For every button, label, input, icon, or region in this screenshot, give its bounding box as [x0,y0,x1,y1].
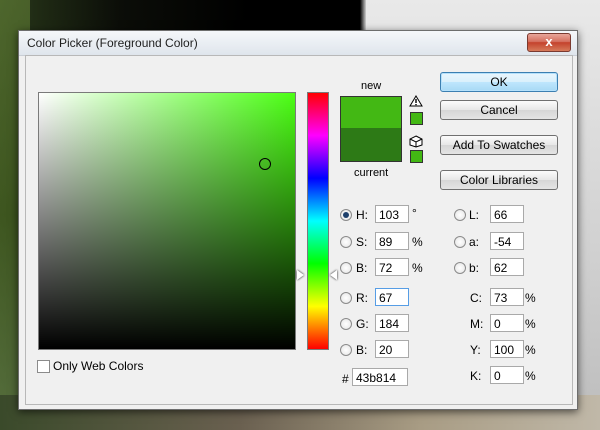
unit-b: % [412,261,423,275]
label-lab-b: b: [469,261,480,275]
input-hue[interactable]: 103 [375,205,409,223]
only-web-colors-checkbox[interactable] [37,360,50,373]
radio-lab-l[interactable] [454,209,466,221]
input-green[interactable]: 184 [375,314,409,332]
unit-s: % [412,235,423,249]
label-lab-a: a: [469,235,480,249]
cancel-button[interactable]: Cancel [440,100,558,120]
label-magenta: M: [470,317,484,331]
radio-blue[interactable] [340,344,352,356]
hue-slider-left-arrow-icon[interactable] [297,270,304,280]
unit-yellow: % [525,343,536,357]
label-g: G: [356,317,369,331]
new-color-swatch [340,96,402,128]
label-black: K: [470,369,482,383]
label-s: S: [356,235,368,249]
radio-hue[interactable] [340,209,352,221]
input-hex[interactable]: 43b814 [352,368,408,386]
radio-brightness[interactable] [340,262,352,274]
current-color-swatch[interactable] [340,128,402,162]
input-blue[interactable]: 20 [375,340,409,358]
input-black[interactable]: 0 [490,366,524,384]
input-lab-a[interactable]: -54 [490,232,524,250]
label-b-rgb: B: [356,343,368,357]
unit-magenta: % [525,317,536,331]
input-yellow[interactable]: 100 [490,340,524,358]
input-brightness[interactable]: 72 [375,258,409,276]
web-safe-swatch[interactable] [410,150,423,163]
current-label: current [354,167,389,179]
label-r: R: [356,291,368,305]
title-bar[interactable]: Color Picker (Foreground Color) x [19,31,577,56]
add-to-swatches-button[interactable]: Add To Swatches [440,135,558,155]
unit-h: ° [412,206,417,220]
only-web-colors-label[interactable]: Only Web Colors [53,359,143,373]
label-yellow: Y: [470,343,481,357]
hue-slider[interactable] [307,92,329,350]
new-label: new [361,80,382,92]
warning-triangle-icon[interactable] [409,95,423,107]
input-magenta[interactable]: 0 [490,314,524,332]
web-safe-cube-icon[interactable] [409,135,423,148]
input-lab-l[interactable]: 66 [490,205,524,223]
close-button[interactable]: x [527,33,571,52]
gamut-warning-swatch[interactable] [410,112,423,125]
input-red[interactable]: 67 [375,288,409,306]
hex-label: # [342,372,349,386]
radio-lab-a[interactable] [454,236,466,248]
input-cyan[interactable]: 73 [490,288,524,306]
unit-black: % [525,369,536,383]
label-cyan: C: [470,291,482,305]
ok-button[interactable]: OK [440,72,558,92]
input-lab-b[interactable]: 62 [490,258,524,276]
color-field[interactable] [38,92,296,350]
radio-green[interactable] [340,318,352,330]
input-saturation[interactable]: 89 [375,232,409,250]
radio-saturation[interactable] [340,236,352,248]
color-field-marker[interactable] [259,158,271,170]
color-libraries-button[interactable]: Color Libraries [440,170,558,190]
unit-cyan: % [525,291,536,305]
label-lab-l: L: [469,208,480,222]
radio-red[interactable] [340,292,352,304]
hue-slider-right-arrow-icon[interactable] [330,270,337,280]
window-title: Color Picker (Foreground Color) [27,36,198,50]
label-h: H: [356,208,368,222]
label-b: B: [356,261,368,275]
radio-lab-b[interactable] [454,262,466,274]
